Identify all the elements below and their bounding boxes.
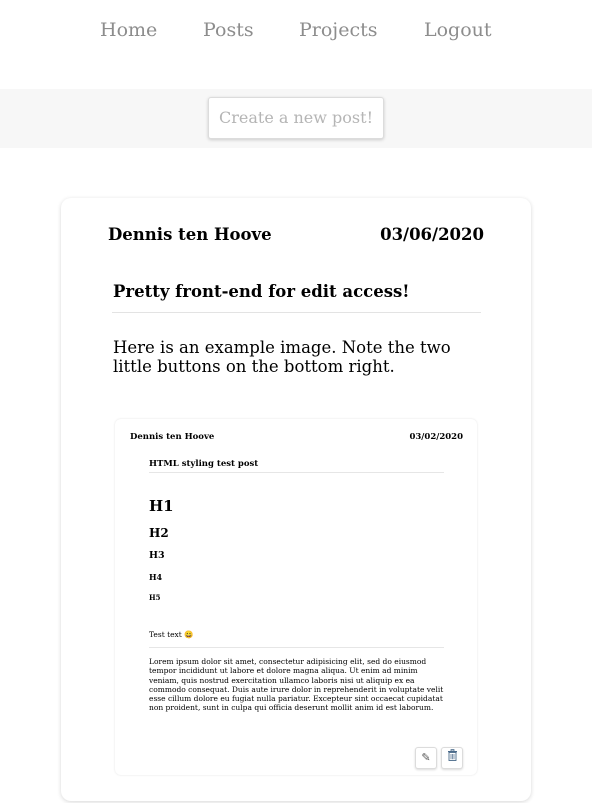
- nav-logout-link[interactable]: Logout: [424, 19, 492, 41]
- delete-post-button[interactable]: [441, 747, 463, 769]
- nav-home-link[interactable]: Home: [100, 19, 157, 41]
- example-heading-h1: H1: [149, 497, 174, 515]
- title-divider: [112, 312, 481, 313]
- example-heading-h4: H4: [149, 572, 163, 582]
- post-body: Here is an example image. Note the two l…: [113, 338, 451, 376]
- example-lorem-paragraph: Lorem ipsum dolor sit amet, consectetur …: [149, 657, 444, 713]
- example-author: Dennis ten Hoove: [130, 432, 215, 442]
- example-screenshot-image: Dennis ten Hoove 03/02/2020 HTML styling…: [115, 419, 477, 775]
- example-date: 03/02/2020: [409, 432, 463, 442]
- nav-posts-link[interactable]: Posts: [203, 19, 254, 41]
- example-title-divider: [149, 472, 444, 473]
- post-card: Dennis ten Hoove 03/06/2020 Pretty front…: [61, 198, 531, 801]
- example-section-divider: [149, 647, 444, 648]
- post-date: 03/06/2020: [380, 225, 484, 244]
- example-title: HTML styling test post: [149, 459, 259, 469]
- nav-projects-link[interactable]: Projects: [299, 19, 377, 41]
- create-post-button[interactable]: Create a new post!: [208, 97, 384, 139]
- example-heading-h2: H2: [149, 526, 169, 540]
- post-author: Dennis ten Hoove: [108, 225, 272, 244]
- example-test-text: Test text 😀: [149, 630, 194, 639]
- trash-icon: [447, 749, 458, 764]
- post-title: Pretty front-end for edit access!: [113, 282, 410, 301]
- example-heading-h5: H5: [149, 593, 161, 602]
- top-nav: Home Posts Projects Logout: [0, 0, 592, 64]
- example-heading-h3: H3: [149, 550, 165, 561]
- pencil-icon: ✎: [421, 752, 431, 764]
- edit-post-button[interactable]: ✎: [415, 747, 437, 769]
